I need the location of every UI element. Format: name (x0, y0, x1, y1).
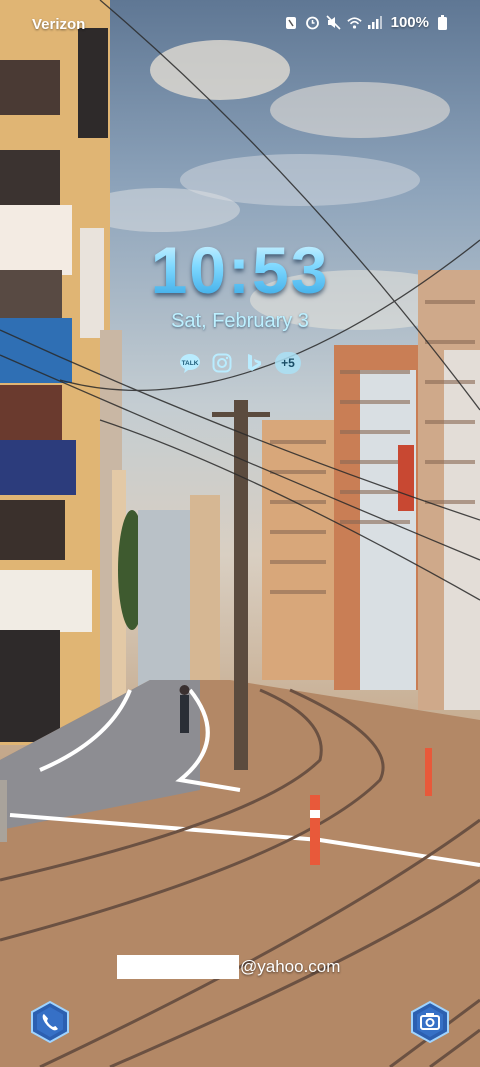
phone-shortcut-button[interactable] (29, 1000, 71, 1044)
lockscreen-clock: 10:53 (0, 232, 480, 308)
bing-icon[interactable] (243, 352, 265, 374)
instagram-icon[interactable] (211, 352, 233, 374)
camera-icon (411, 1000, 449, 1044)
lockscreen-date: Sat, February 3 (171, 310, 309, 332)
phone-icon (31, 1000, 69, 1044)
status-icons: 100% (284, 14, 450, 31)
more-notifications-badge[interactable]: +5 (275, 352, 301, 374)
alarm-icon (305, 15, 320, 30)
owner-email-suffix: @yahoo.com (240, 957, 341, 976)
signal-icon (368, 15, 383, 30)
nfc-icon (284, 15, 299, 30)
camera-shortcut-button[interactable] (409, 1000, 451, 1044)
battery-icon (435, 15, 450, 30)
carrier-label: Verizon (32, 16, 86, 33)
status-bar: Verizon 100% (0, 0, 480, 52)
talk-icon[interactable]: TALK (179, 352, 201, 374)
wallpaper-image (0, 0, 480, 1067)
owner-info: @yahoo.com (117, 955, 340, 979)
redacted-block (117, 955, 239, 979)
notification-icons-row[interactable]: TALK +5 (0, 352, 480, 374)
mute-icon (326, 15, 341, 30)
svg-text:TALK: TALK (182, 360, 199, 367)
wifi-icon (346, 15, 362, 30)
battery-percent: 100% (390, 14, 429, 31)
